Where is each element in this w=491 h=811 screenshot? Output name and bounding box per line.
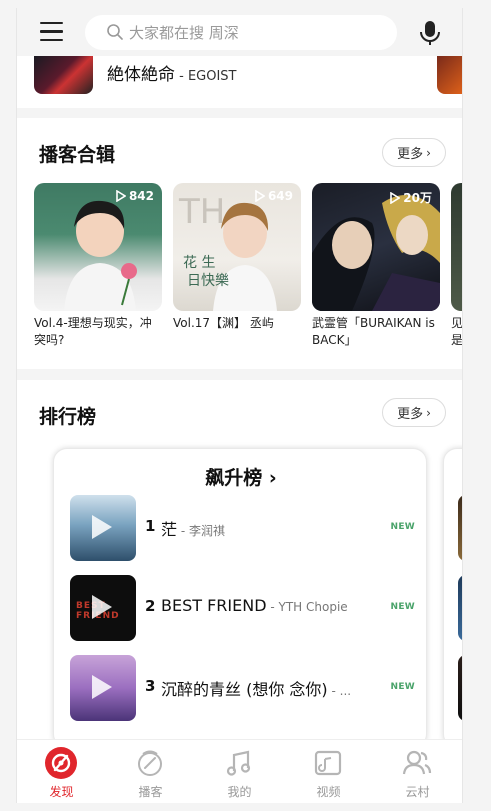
podcast-cover bbox=[451, 183, 462, 311]
rank-number: 2 bbox=[145, 597, 156, 615]
chart-card[interactable]: 飙升榜 › 1 茫 - 李润祺 NEW BEST FRIEND 2 BEST F… bbox=[53, 448, 427, 744]
play-icon bbox=[255, 190, 265, 202]
section-title: 排行榜 bbox=[39, 406, 97, 428]
song-cover bbox=[458, 655, 462, 721]
more-label: 更多 bbox=[397, 407, 424, 422]
podcast-card[interactable]: TH 花 生 日快樂 649 Vol.17【渊】 丞屿 bbox=[173, 183, 301, 349]
nav-label: 视频 bbox=[316, 785, 341, 799]
menu-icon[interactable] bbox=[40, 22, 63, 42]
play-icon[interactable] bbox=[92, 675, 112, 699]
video-icon bbox=[314, 750, 342, 776]
next-chart-card[interactable] bbox=[443, 448, 462, 744]
svg-text:花 生: 花 生 bbox=[183, 255, 215, 271]
song-cover bbox=[458, 495, 462, 561]
top-bar bbox=[17, 8, 462, 56]
rank-number: 1 bbox=[145, 517, 156, 535]
song-cover: BEST FRIEND bbox=[70, 575, 136, 641]
song-cover bbox=[70, 655, 136, 721]
podcast-card[interactable]: 见是 bbox=[451, 183, 463, 349]
podcast-card[interactable]: 842 Vol.4-理想与现实，冲突吗? bbox=[34, 183, 162, 349]
search-input[interactable] bbox=[129, 23, 379, 43]
nav-item-podcast[interactable]: 播客 bbox=[106, 740, 195, 803]
play-count: 20万 bbox=[390, 189, 432, 206]
new-badge: NEW bbox=[390, 602, 415, 612]
chart-row[interactable]: 1 茫 - 李润祺 NEW bbox=[70, 495, 415, 561]
section-title: 播客合辑 bbox=[39, 144, 116, 166]
song-title: 絶体絶命 - EGOIST bbox=[107, 60, 237, 85]
rank-number: 3 bbox=[145, 677, 156, 695]
search-icon bbox=[107, 24, 123, 40]
play-icon bbox=[390, 191, 401, 204]
podcast-title: 武霊管「BURAIKAN is BACK」 bbox=[312, 316, 435, 347]
play-icon[interactable] bbox=[92, 515, 112, 539]
new-badge: NEW bbox=[390, 682, 415, 692]
song-cover bbox=[70, 495, 136, 561]
svg-text:TH: TH bbox=[178, 192, 225, 232]
next-song-cover bbox=[437, 56, 462, 94]
song-title: 沉醉的青丝 (想你 念你) - ... bbox=[161, 680, 352, 699]
chart-row[interactable]: BEST FRIEND 2 BEST FRIEND - YTH Chopie N… bbox=[70, 575, 415, 641]
music-note-icon bbox=[226, 750, 251, 776]
podcast-title: Vol.4-理想与现实，冲突吗? bbox=[34, 316, 152, 347]
song-title: 茫 - 李润祺 bbox=[161, 520, 225, 539]
more-button[interactable]: 更多 › bbox=[382, 398, 446, 427]
svg-text:日快樂: 日快樂 bbox=[187, 272, 229, 289]
nav-label: 播客 bbox=[138, 785, 163, 799]
podcast-title: 见是 bbox=[451, 316, 463, 347]
play-icon bbox=[116, 190, 126, 202]
chart-title[interactable]: 飙升榜 › bbox=[54, 463, 428, 490]
song-cover bbox=[458, 575, 462, 641]
nav-item-video[interactable]: 视频 bbox=[284, 740, 373, 803]
song-name: 絶体絶命 bbox=[107, 65, 175, 85]
nav-item-discover[interactable]: 发现 bbox=[17, 740, 106, 803]
song-title: BEST FRIEND - YTH Chopie bbox=[161, 596, 348, 615]
microphone-icon[interactable] bbox=[419, 20, 441, 46]
song-list-item[interactable]: 絶体絶命 - EGOIST bbox=[17, 56, 462, 108]
chevron-right-icon: › bbox=[426, 145, 431, 160]
nav-label: 我的 bbox=[227, 785, 252, 799]
play-count: 842 bbox=[116, 189, 154, 203]
chevron-right-icon: › bbox=[426, 405, 431, 420]
play-icon[interactable] bbox=[92, 595, 112, 619]
podcast-card[interactable]: 20万 武霊管「BURAIKAN is BACK」 bbox=[312, 183, 440, 349]
nav-item-community[interactable]: 云村 bbox=[373, 740, 462, 803]
more-label: 更多 bbox=[397, 147, 424, 162]
ranking-section: 排行榜 更多› 飙升榜 › 1 茫 - 李润祺 NEW BEST FRIEND bbox=[17, 380, 462, 744]
nav-item-mine[interactable]: 我的 bbox=[195, 740, 284, 803]
chevron-right-icon: › bbox=[262, 467, 277, 489]
podcast-title: Vol.17【渊】 丞屿 bbox=[173, 316, 274, 330]
podcast-section: 播客合辑 更多 › 842 Vol.4-理想与现实，冲突吗? TH 花 生 日快… bbox=[17, 118, 463, 369]
play-count: 649 bbox=[255, 189, 293, 203]
podcast-cover: TH 花 生 日快樂 649 bbox=[173, 183, 301, 311]
podcast-cover: 20万 bbox=[312, 183, 440, 311]
chart-row[interactable]: 3 沉醉的青丝 (想你 念你) - ... NEW bbox=[70, 655, 415, 721]
community-icon bbox=[402, 750, 432, 775]
nav-label: 发现 bbox=[49, 785, 74, 799]
podcast-cover: 842 bbox=[34, 183, 162, 311]
discover-icon bbox=[45, 747, 77, 779]
new-badge: NEW bbox=[390, 522, 415, 532]
search-bar[interactable] bbox=[85, 15, 397, 50]
app-screen: 絶体絶命 - EGOIST 播客合辑 更多› 842 bbox=[16, 8, 463, 803]
song-artist: - EGOIST bbox=[175, 69, 237, 84]
podcast-icon bbox=[138, 750, 162, 776]
nav-label: 云村 bbox=[405, 785, 430, 799]
song-cover bbox=[34, 56, 93, 94]
more-button[interactable]: 更多 › bbox=[382, 138, 446, 167]
bottom-nav: 发现 播客 我的 视频 云村 bbox=[17, 739, 462, 803]
